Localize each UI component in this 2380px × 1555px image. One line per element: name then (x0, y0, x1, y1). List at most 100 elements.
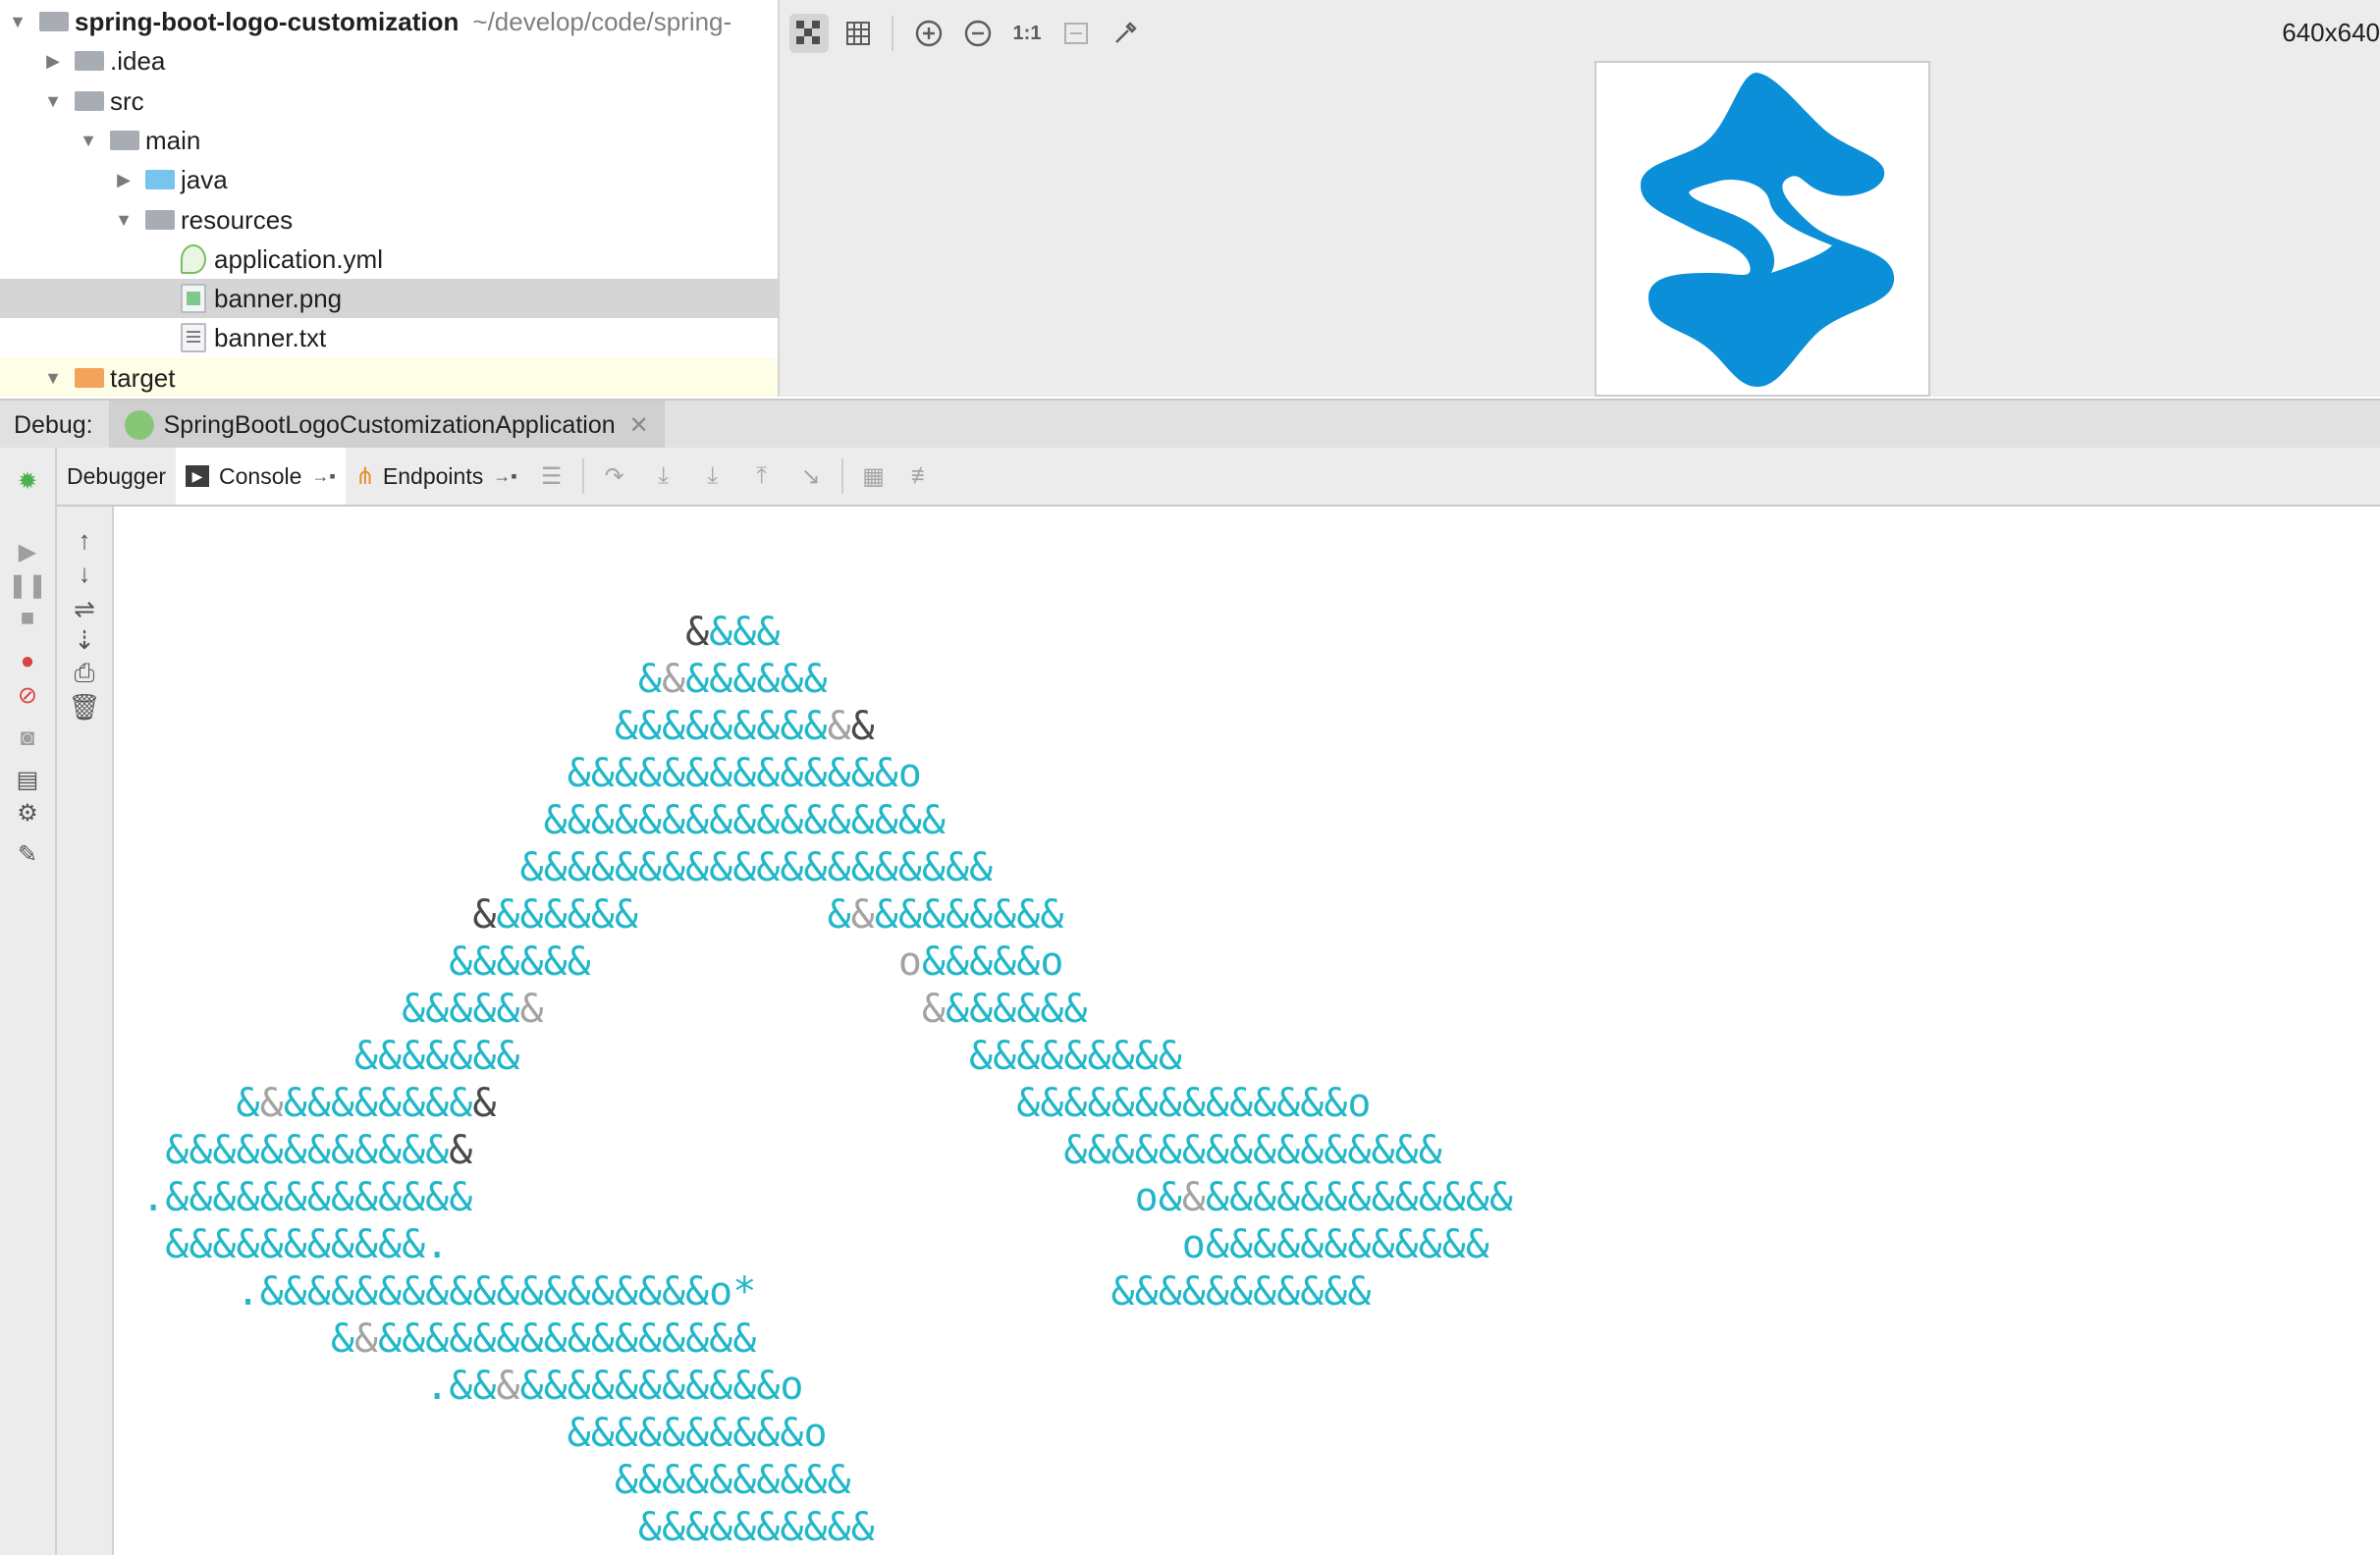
run-config-name: SpringBootLogoCustomizationApplication (163, 410, 616, 439)
banner-segment: .&& (425, 1364, 497, 1409)
arrow-down-icon[interactable]: ↓ (69, 558, 100, 589)
banner-segment: o&&&&&&&&&&&& (1181, 1222, 1489, 1267)
mute-breakpoints-icon[interactable]: ⊘ (12, 679, 43, 711)
fit-icon[interactable] (1056, 14, 1096, 53)
banner-line: &&&&&&&&&&& &&&&&&&&&&&&&&o (94, 1081, 1372, 1126)
tab-debugger[interactable]: Debugger (57, 448, 176, 505)
zoom-out-icon[interactable] (958, 14, 998, 53)
banner-segment: & (827, 892, 851, 938)
tree-item-label: banner.txt (214, 322, 327, 352)
spring-boot-run-icon (124, 410, 154, 440)
banner-segment: &&&&&&&&&&&&& (1205, 1175, 1513, 1220)
banner-segment: &&&&&&&&&&& (1110, 1269, 1372, 1314)
tab-console-label: Console (219, 462, 302, 489)
color-picker-icon[interactable] (1106, 14, 1145, 53)
banner-segment (94, 939, 449, 985)
banner-segment: & (1181, 1175, 1206, 1220)
collapse-arrow-icon[interactable]: ▶ (41, 49, 65, 73)
banner-segment: o& (1134, 1175, 1182, 1220)
camera-icon[interactable]: ◙ (12, 723, 43, 754)
tree-item[interactable]: banner.png (0, 279, 778, 318)
banner-segment: & (827, 704, 851, 749)
chessboard-icon[interactable] (789, 14, 829, 53)
tree-item[interactable]: ▶ java (0, 160, 778, 199)
banner-segment: & (330, 1316, 354, 1362)
resume-icon[interactable]: ▶ (12, 536, 43, 567)
pin-icon[interactable]: ✎ (12, 838, 43, 870)
step-into-icon[interactable]: ⤓ (647, 459, 680, 493)
zoom-in-icon[interactable] (909, 14, 948, 53)
tab-endpoints-label: Endpoints (382, 462, 484, 489)
pin-tab-icon[interactable]: →▪ (311, 466, 335, 487)
view-breakpoints-icon[interactable]: ● (12, 646, 43, 677)
banner-segment: & (921, 987, 946, 1032)
expand-arrow-icon[interactable]: ▼ (6, 10, 29, 33)
actual-size-icon[interactable]: 1:1 (1007, 14, 1047, 53)
debug-side-toolbar: ✹ ▶ ❚❚ ■ ● ⊘ ◙ ▤ ⚙ ✎ (0, 448, 57, 1555)
tree-item[interactable]: ▼ resources (0, 200, 778, 240)
banner-segment: &&&&&&&&&&&. (165, 1222, 450, 1267)
run-to-cursor-icon[interactable]: ↘ (794, 459, 828, 493)
banner-segment: &&&&&&&& (874, 892, 1064, 938)
banner-line: &&&&&&&&&&&&& &&&&&&&&&&&&&&&& (94, 1128, 1441, 1173)
project-folder-icon (39, 12, 69, 31)
banner-line: &&&&&&&&&& (94, 1505, 875, 1550)
threads-menu-icon[interactable]: ☰ (535, 459, 568, 493)
collapse-arrow-icon[interactable]: ▶ (112, 168, 135, 191)
expand-arrow-icon[interactable]: ▼ (112, 208, 135, 232)
tree-item[interactable]: ▼ spring-boot-logo-customization ~/develop… (0, 2, 778, 41)
banner-segment (519, 1034, 969, 1079)
banner-line: &&&&&&& &&&&&&&&&& (94, 892, 1063, 938)
stop-icon[interactable]: ■ (12, 603, 43, 634)
banner-segment: &&&&&&&&&&o (567, 1411, 828, 1456)
expand-arrow-icon[interactable]: ▼ (41, 89, 65, 113)
banner-line: &&&& (94, 610, 780, 655)
expand-arrow-icon[interactable]: ▼ (41, 366, 65, 390)
pause-icon[interactable]: ❚❚ (8, 569, 47, 601)
pin-tab-icon[interactable]: →▪ (493, 466, 516, 487)
banner-segment (472, 1128, 1063, 1173)
text-file-icon (181, 323, 206, 352)
spring-config-file-icon (181, 244, 206, 274)
grid-icon[interactable] (838, 14, 878, 53)
tree-item[interactable]: ▼ src (0, 81, 778, 121)
banner-line: &&&&&&&& (94, 657, 828, 702)
excluded-folder-icon (75, 368, 104, 388)
banner-logo-image (1640, 73, 1895, 387)
console-output[interactable]: &&&& &&&&&&&& &&&&&&&&&&& &&&&&&&&&&&&&&… (114, 507, 2380, 1555)
tab-endpoints[interactable]: ⋔ Endpoints →▪ (346, 448, 527, 505)
close-icon[interactable]: ✕ (629, 411, 649, 440)
tree-item[interactable]: application.yml (0, 240, 778, 279)
toolbar-separator (892, 16, 893, 51)
layout-icon[interactable]: ▤ (12, 764, 43, 795)
folder-icon (75, 91, 104, 111)
trace-icon[interactable]: ≢ (906, 459, 940, 493)
image-preview (1595, 61, 1930, 397)
tree-item[interactable]: banner.txt (0, 318, 778, 357)
image-file-icon (181, 284, 206, 313)
banner-segment: &&&&&& (685, 657, 828, 702)
resources-folder-icon (145, 210, 175, 230)
tree-item[interactable]: ▼ target (0, 358, 778, 397)
banner-segment (94, 657, 638, 702)
image-size-label: 640x640 (2282, 18, 2380, 47)
gear-icon[interactable]: ⚙ (12, 797, 43, 829)
tree-item[interactable]: ▶ .idea (0, 41, 778, 80)
banner-segment: o (1040, 939, 1064, 985)
step-over-icon[interactable]: ↷ (598, 459, 631, 493)
expand-arrow-icon[interactable]: ▼ (77, 129, 100, 152)
image-viewer: 1:1 640x640 (780, 0, 2380, 397)
step-out-icon[interactable]: ⤒ (745, 459, 779, 493)
banner-segment: &&&&&&&&&& (614, 1458, 851, 1503)
force-step-into-icon[interactable]: ⤓ (696, 459, 730, 493)
banner-line: &&&&&&&&&&&&&&o (94, 751, 922, 796)
banner-segment (94, 704, 615, 749)
tree-item[interactable]: ▼ main (0, 121, 778, 160)
arrow-up-icon[interactable]: ↑ (69, 524, 100, 556)
run-config-tab[interactable]: SpringBootLogoCustomizationApplication ✕ (108, 401, 665, 450)
bug-icon[interactable]: ✹ (12, 465, 43, 497)
banner-segment (591, 939, 898, 985)
evaluate-expression-icon[interactable]: ▦ (857, 459, 891, 493)
tab-console[interactable]: ▶ Console →▪ (176, 448, 346, 505)
banner-line: &&&&&&&&&&& (94, 704, 875, 749)
